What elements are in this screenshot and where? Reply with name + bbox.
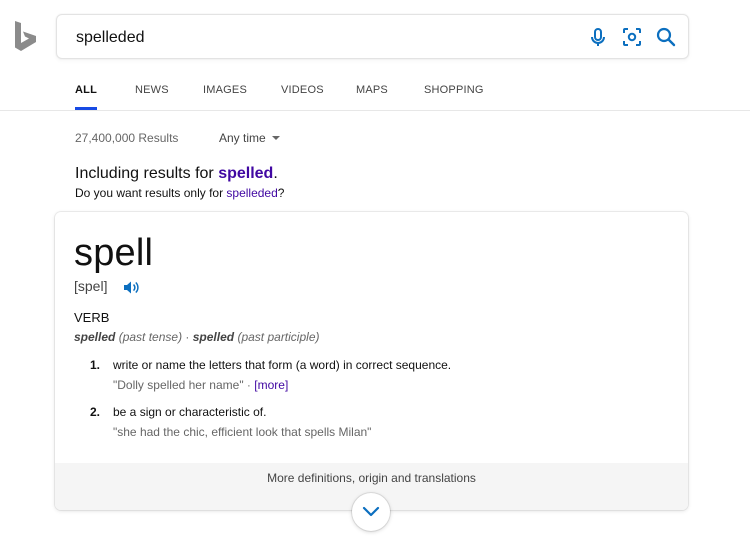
microphone-icon[interactable] (587, 26, 609, 48)
definition-word: spell (74, 232, 154, 274)
dictionary-card: spell [spel] VERB spelled (past tense) ·… (55, 212, 688, 510)
chevron-down-icon (362, 506, 380, 517)
tab-all[interactable]: ALL (75, 78, 97, 110)
search-icon[interactable] (655, 26, 677, 48)
sense-number: 1. (90, 358, 101, 372)
tab-label: VIDEOS (281, 84, 324, 96)
tab-maps[interactable]: MAPS (356, 78, 388, 110)
caret-down-icon (271, 136, 280, 140)
more-definitions-link[interactable]: More definitions, origin and translation… (55, 471, 688, 485)
verb-form: spelled (74, 330, 116, 344)
tab-label: ALL (75, 84, 97, 96)
time-filter-dropdown[interactable]: Any time (219, 131, 280, 145)
header-divider (0, 110, 750, 111)
search-input[interactable] (76, 27, 556, 49)
dym-prefix: Do you want results only for (75, 186, 227, 200)
sense-example: "she had the chic, efficient look that s… (113, 425, 371, 439)
tab-label: IMAGES (203, 84, 247, 96)
including-results-notice: Including results for spelled. (75, 165, 278, 183)
tab-videos[interactable]: VIDEOS (281, 78, 324, 110)
did-you-mean-notice: Do you want results only for spelleded? (75, 186, 284, 200)
more-separator: · (243, 378, 255, 392)
result-count: 27,400,000 Results (75, 131, 179, 145)
visual-search-icon[interactable] (621, 26, 643, 48)
tab-label: MAPS (356, 84, 388, 96)
speaker-icon[interactable] (123, 280, 140, 295)
verb-form: spelled (192, 330, 235, 344)
bing-logo[interactable] (14, 21, 38, 51)
pronunciation: [spel] (74, 278, 108, 294)
tab-news[interactable]: NEWS (135, 78, 169, 110)
tab-images[interactable]: IMAGES (203, 78, 247, 110)
search-box (56, 14, 689, 59)
including-prefix: Including results for (75, 165, 219, 182)
verb-forms: spelled (past tense) · spelled (past par… (74, 330, 319, 344)
tab-shopping[interactable]: SHOPPING (424, 78, 484, 110)
sense-text: be a sign or characteristic of. (113, 405, 267, 419)
example-text: "she had the chic, efficient look that s… (113, 425, 372, 439)
sense-text: write or name the letters that form (a w… (113, 358, 452, 372)
tab-label: SHOPPING (424, 84, 484, 96)
original-query-link[interactable]: spelleded (226, 186, 277, 200)
form-separator: · (182, 330, 193, 344)
sense-example: "Dolly spelled her name" · [more] (113, 378, 288, 392)
including-suffix: . (273, 165, 278, 182)
example-text: "Dolly spelled her name" (113, 378, 244, 392)
verb-form-note: (past tense) (118, 330, 183, 344)
more-link[interactable]: [more] (254, 378, 288, 392)
verb-form-note: (past participle) (237, 330, 320, 344)
corrected-query-link[interactable]: spelled (218, 165, 273, 182)
tab-label: NEWS (135, 84, 169, 96)
part-of-speech: VERB (74, 310, 110, 325)
sense-number: 2. (90, 405, 101, 419)
dym-suffix: ? (277, 186, 285, 200)
expand-button[interactable] (352, 493, 390, 531)
time-filter-label: Any time (219, 131, 266, 145)
